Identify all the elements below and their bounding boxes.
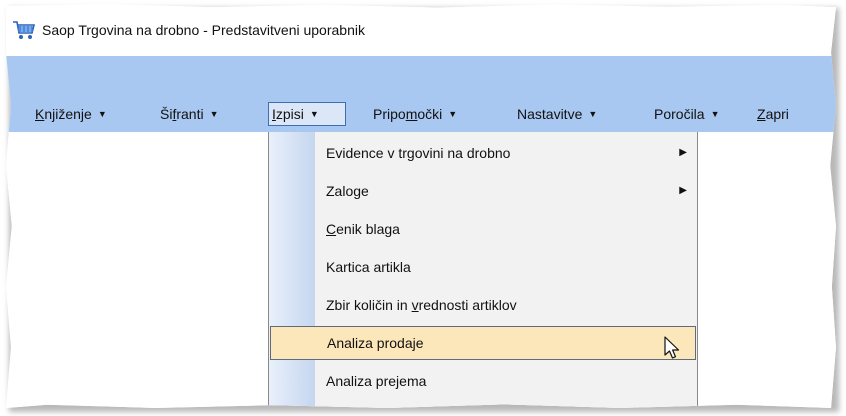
- menu-item-label: Analiza prejema: [326, 373, 427, 389]
- menu-item-analiza-prodaje[interactable]: Analiza prodaje: [270, 326, 696, 360]
- menu-bar: Knjiženje ▼ Šifranti ▼ Izpisi ▼ Pripomočki ▼…: [6, 56, 836, 132]
- menu-item-zaloge[interactable]: Zaloge ▶: [269, 174, 697, 208]
- menu-item-label: Cenik blaga: [326, 221, 400, 237]
- menu-item-label: Zaloge: [326, 183, 369, 199]
- caret-down-icon: ▼: [97, 109, 107, 119]
- title-bar: Saop Trgovina na drobno - Predstavitveni…: [6, 4, 836, 56]
- menu-knjizenje[interactable]: Knjiženje ▼: [32, 102, 110, 126]
- menu-item-label: Kartica artikla: [326, 259, 411, 275]
- mouse-cursor-icon: [664, 336, 680, 359]
- submenu-arrow-icon: ▶: [679, 185, 687, 196]
- caret-down-icon: ▼: [209, 109, 219, 119]
- app-window: Saop Trgovina na drobno - Predstavitveni…: [6, 4, 836, 408]
- caret-down-icon: ▼: [710, 109, 720, 119]
- menu-item-label: Zbir količin in vrednosti artiklov: [326, 297, 517, 313]
- window-title: Saop Trgovina na drobno - Predstavitveni…: [42, 22, 365, 38]
- menu-item-kartica-artikla[interactable]: Kartica artikla: [269, 250, 697, 284]
- shopping-cart-icon: [13, 21, 36, 39]
- menu-izpisi[interactable]: Izpisi ▼: [268, 102, 346, 126]
- caret-down-icon: ▼: [448, 109, 458, 119]
- menu-nastavitve[interactable]: Nastavitve ▼: [514, 102, 600, 126]
- menu-item-evidence[interactable]: Evidence v trgovini na drobno ▶: [269, 136, 697, 170]
- menu-item-cenik-blaga[interactable]: Cenik blaga: [269, 212, 697, 246]
- menu-item-label: Evidence v trgovini na drobno: [326, 145, 511, 161]
- menu-zapri[interactable]: Zapri: [754, 102, 792, 126]
- menu-item-zbir-kolicin[interactable]: Zbir količin in vrednosti artiklov: [269, 288, 697, 322]
- submenu-arrow-icon: ▶: [679, 147, 687, 158]
- menu-pripomocki[interactable]: Pripomočki ▼: [370, 102, 460, 126]
- caret-down-icon: ▼: [309, 109, 319, 119]
- menu-item-label: Analiza prodaje: [327, 335, 424, 351]
- caret-down-icon: ▼: [588, 109, 598, 119]
- menu-sifranti[interactable]: Šifranti ▼: [157, 102, 222, 126]
- menu-item-analiza-prejema[interactable]: Analiza prejema: [269, 364, 697, 398]
- menu-porocila[interactable]: Poročila ▼: [651, 102, 723, 126]
- izpisi-dropdown-menu: Evidence v trgovini na drobno ▶ Zaloge ▶…: [268, 132, 698, 408]
